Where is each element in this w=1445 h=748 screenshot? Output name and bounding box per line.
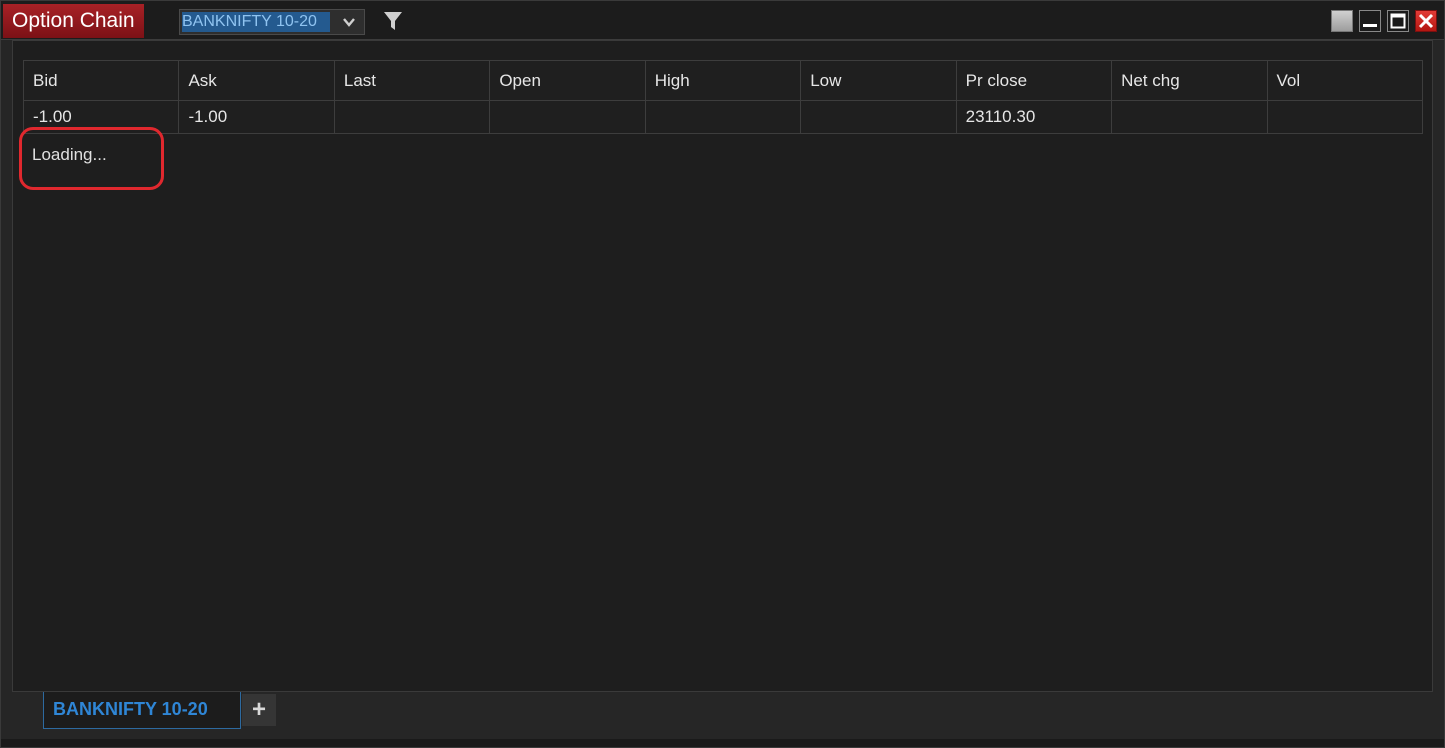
column-header-net-chg[interactable]: Net chg xyxy=(1111,60,1268,101)
minimize-button[interactable] xyxy=(1359,10,1381,32)
column-header-ask[interactable]: Ask xyxy=(178,60,335,101)
cell-vol[interactable] xyxy=(1266,100,1423,134)
close-button[interactable] xyxy=(1415,10,1437,32)
option-chain-content: Bid Ask Last Open High Low Pr close Net … xyxy=(12,40,1433,692)
column-header-vol[interactable]: Vol xyxy=(1266,60,1423,101)
window-bottom-edge xyxy=(1,739,1444,747)
annotation-highlight-ring xyxy=(19,127,164,190)
table-header-row: Bid Ask Last Open High Low Pr close Net … xyxy=(22,60,1423,101)
table-row[interactable]: -1.00 -1.00 23110.30 xyxy=(22,100,1423,134)
cell-last[interactable] xyxy=(333,100,491,134)
cell-ask[interactable]: -1.00 xyxy=(178,100,335,134)
cell-high[interactable] xyxy=(644,100,802,134)
chevron-down-icon[interactable] xyxy=(342,14,356,30)
tab-banknifty[interactable]: BANKNIFTY 10-20 xyxy=(43,692,241,729)
add-tab-button[interactable]: + xyxy=(242,694,276,726)
column-header-open[interactable]: Open xyxy=(489,60,646,101)
option-chain-table: Bid Ask Last Open High Low Pr close Net … xyxy=(22,60,1423,134)
title-bar[interactable]: Option Chain BANKNIFTY 10-20 xyxy=(1,1,1444,40)
cell-open[interactable] xyxy=(489,100,646,134)
column-header-high[interactable]: High xyxy=(644,60,802,101)
minimize-icon xyxy=(1363,24,1377,27)
symbol-dropdown-value[interactable]: BANKNIFTY 10-20 xyxy=(182,12,330,32)
restore-button[interactable] xyxy=(1331,10,1353,32)
filter-icon[interactable] xyxy=(383,10,403,32)
window-title: Option Chain xyxy=(3,4,144,38)
maximize-icon xyxy=(1390,13,1406,29)
column-header-pr-close[interactable]: Pr close xyxy=(955,60,1113,101)
column-header-last[interactable]: Last xyxy=(333,60,491,101)
cell-low[interactable] xyxy=(800,100,957,134)
option-chain-window: Option Chain BANKNIFTY 10-20 Bid Ask Las… xyxy=(0,0,1445,748)
cell-net-chg[interactable] xyxy=(1111,100,1268,134)
cell-pr-close[interactable]: 23110.30 xyxy=(955,100,1113,134)
maximize-button[interactable] xyxy=(1387,10,1409,32)
symbol-dropdown[interactable]: BANKNIFTY 10-20 xyxy=(179,9,365,35)
close-icon xyxy=(1418,13,1434,29)
column-header-low[interactable]: Low xyxy=(800,60,957,101)
column-header-bid[interactable]: Bid xyxy=(22,60,180,101)
